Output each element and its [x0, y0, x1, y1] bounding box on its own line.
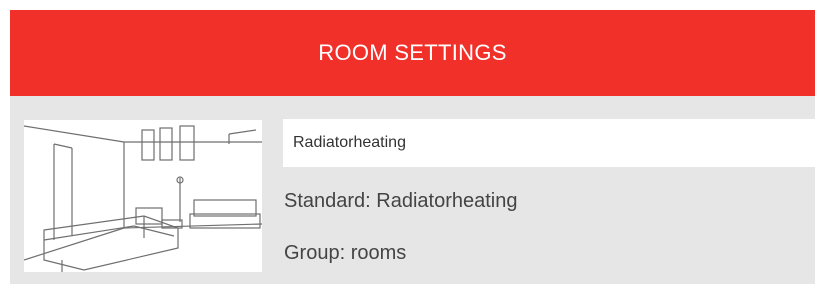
app-header: ROOM SETTINGS [10, 10, 815, 96]
room-settings-panel: Standard: Radiatorheating Group: rooms [10, 96, 815, 284]
room-image[interactable] [24, 120, 262, 272]
room-sketch-icon [24, 125, 262, 272]
room-name-input[interactable] [283, 119, 815, 167]
group-label: Group: rooms [284, 242, 407, 264]
standard-label: Standard: Radiatorheating [284, 190, 518, 212]
page-title: ROOM SETTINGS [318, 40, 507, 65]
